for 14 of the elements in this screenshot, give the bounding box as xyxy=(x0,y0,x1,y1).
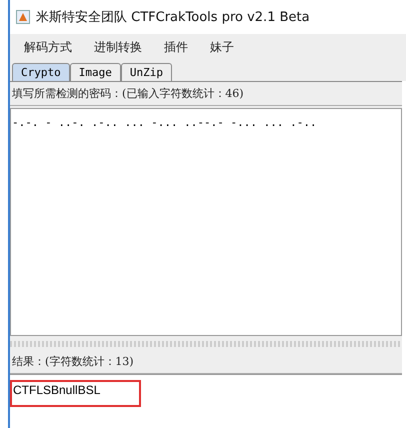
tab[interactable]: Image xyxy=(70,63,121,81)
menu-item[interactable]: 插件 xyxy=(164,38,188,56)
splitter[interactable] xyxy=(10,341,402,347)
input-label: 填写所需检测的密码：(已输入字符数统计：46) xyxy=(10,82,402,106)
result-field[interactable]: CTFLSBnullBSL xyxy=(10,374,402,428)
tab[interactable]: UnZip xyxy=(120,63,172,81)
app-icon xyxy=(16,10,30,24)
menu-item[interactable]: 解码方式 xyxy=(24,38,72,56)
menu-item[interactable]: 妹子 xyxy=(210,38,234,56)
menu-item[interactable]: 进制转换 xyxy=(94,38,142,56)
tab[interactable]: Crypto xyxy=(12,63,70,81)
window-title: 米斯特安全团队 CTFCrakTools pro v2.1 Beta xyxy=(36,9,310,26)
input-field[interactable]: -.-. - ..-. .-.. ... -... ..--.- -... ... .-.. xyxy=(10,108,402,336)
result-text: CTFLSBnullBSL xyxy=(12,382,139,405)
